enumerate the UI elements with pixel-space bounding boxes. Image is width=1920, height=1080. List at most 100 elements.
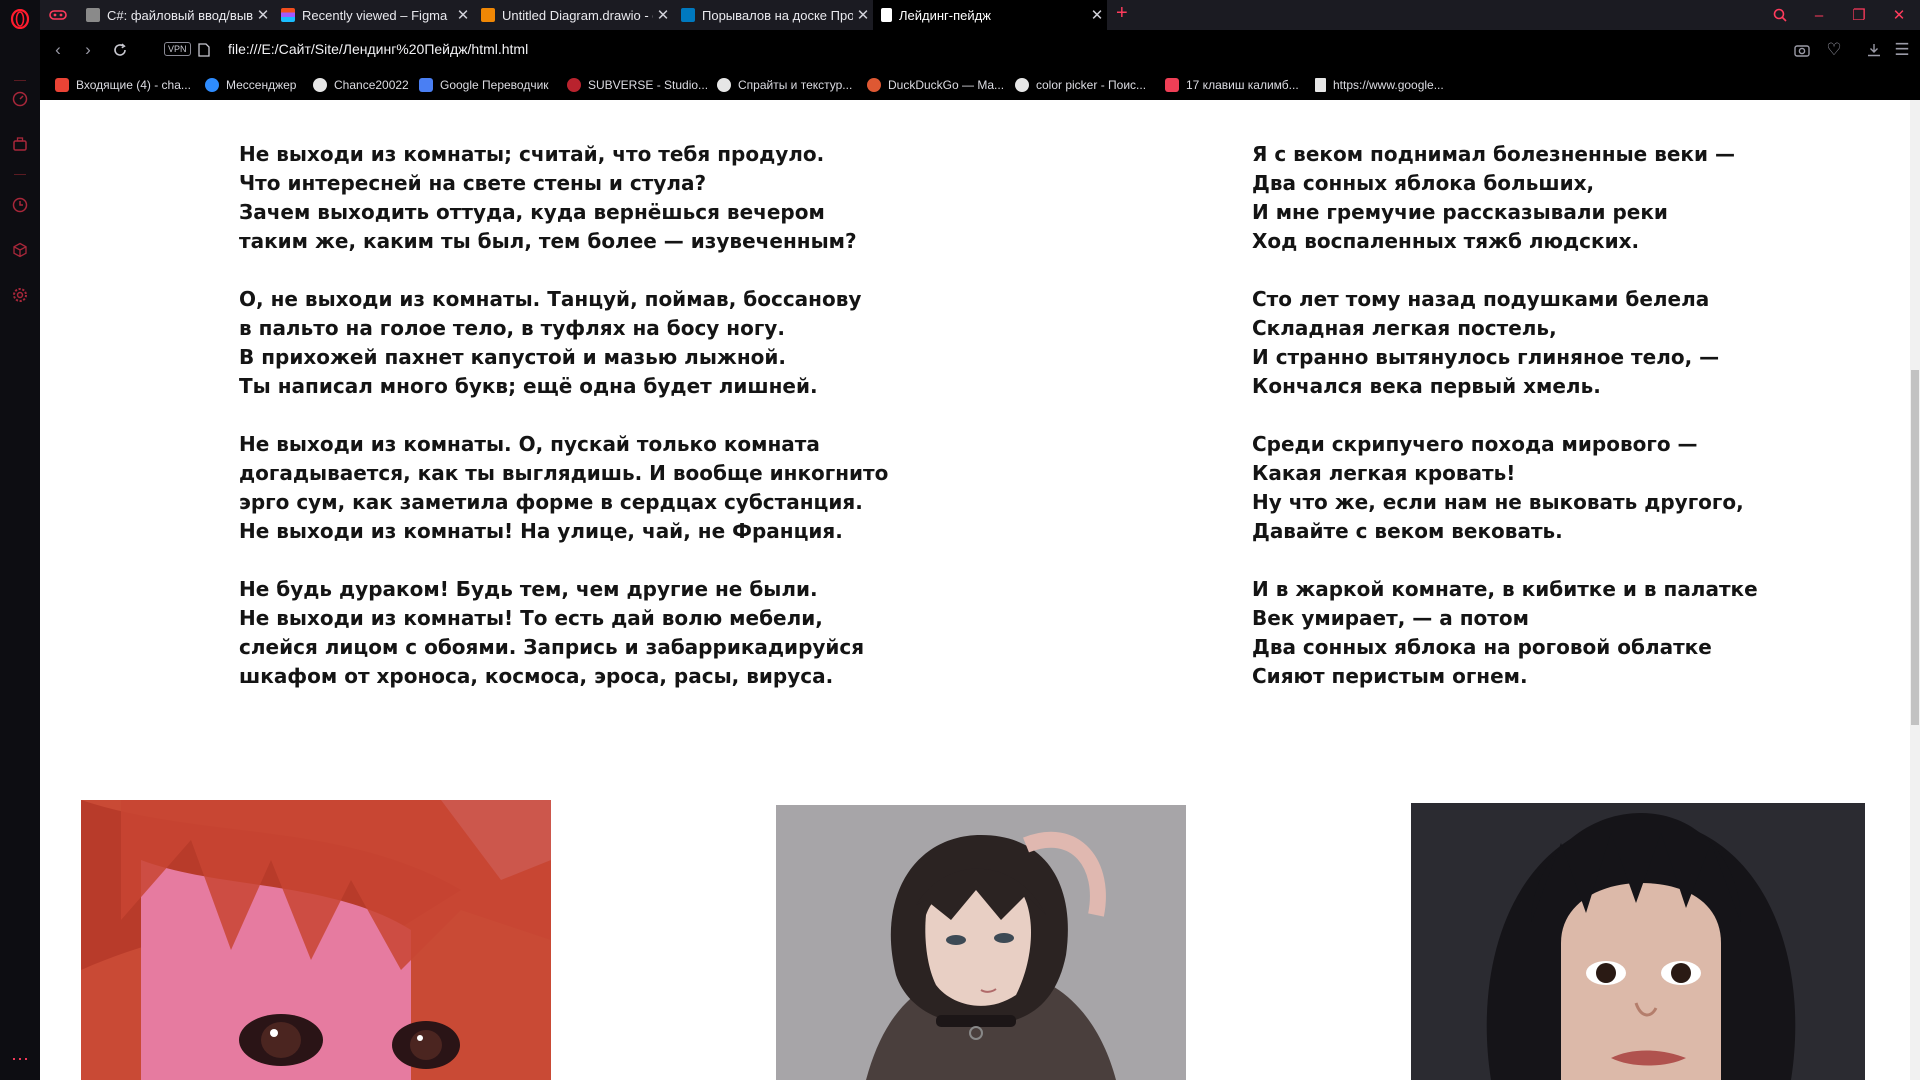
messenger-icon: [205, 78, 219, 92]
bookmark-gmail[interactable]: Входящие (4) - cha...: [55, 70, 191, 100]
poem-line: Я с веком поднимал болезненные веки —: [1252, 142, 1735, 166]
bookmark-label: Chance20022: [334, 78, 409, 92]
poem-line: догадывается, как ты выглядишь. И вообще…: [239, 461, 889, 485]
poem-line: Сияют перистым огнем.: [1252, 664, 1528, 688]
stanza: Не выходи из комнаты; считай, что тебя п…: [239, 140, 888, 256]
poem-line: Сто лет тому назад подушками белела: [1252, 287, 1710, 311]
stanza: Сто лет тому назад подушками белела Скла…: [1252, 285, 1758, 401]
poem-line: И мне гремучие рассказывали реки: [1252, 200, 1668, 224]
url-field[interactable]: file:///E:/Сайт/Site/Лендинг%20Пейдж/htm…: [228, 41, 528, 57]
poem-line: эрго сум, как заметила форме в сердцах с…: [239, 490, 863, 514]
poem-line: Не выходи из комнаты! На улице, чай, не …: [239, 519, 843, 543]
snapshot-camera-icon[interactable]: [1792, 40, 1812, 60]
downloads-icon[interactable]: [1864, 40, 1884, 60]
github-icon: [313, 78, 327, 92]
bookmark-sprites[interactable]: Спрайты и текстур...: [717, 70, 852, 100]
poem-right: Я с веком поднимал болезненные веки — Дв…: [1252, 140, 1758, 720]
tab-trello[interactable]: Порывалов на доске Проекты ✕: [673, 0, 873, 30]
tab-landing-page[interactable]: Лейдинг-пейдж ✕: [873, 0, 1107, 30]
bookmark-kalimba[interactable]: 17 клавиш калимб...: [1165, 70, 1299, 100]
stanza: Я с веком поднимал болезненные веки — Дв…: [1252, 140, 1758, 256]
portrait-image-gray-background: [776, 805, 1186, 1080]
document-icon: [881, 8, 892, 22]
history-icon[interactable]: [9, 194, 31, 216]
new-tab-plus-icon[interactable]: +: [1116, 2, 1128, 25]
stanza: И в жаркой комнате, в кибитке и в палатк…: [1252, 575, 1758, 691]
poem-line: Складная легкая постель,: [1252, 316, 1557, 340]
bookmark-google-translate[interactable]: Google Переводчик: [419, 70, 549, 100]
bookmark-duckduckgo[interactable]: DuckDuckGo — Ma...: [867, 70, 1004, 100]
poem-left: Не выходи из комнаты; считай, что тебя п…: [239, 140, 888, 720]
restore-icon[interactable]: ❐: [1840, 0, 1878, 30]
tab-title: C#: файловый ввод/вывод: [107, 7, 253, 23]
poem-line: И странно вытянулось глиняное тело, —: [1252, 345, 1720, 369]
poem-line: Век умирает, — а потом: [1252, 606, 1529, 630]
poem-line: Среди скрипучего похода мирового —: [1252, 432, 1698, 456]
bookmark-label: DuckDuckGo — Ma...: [888, 78, 1005, 92]
extensions-cube-icon[interactable]: [9, 239, 31, 261]
bookmark-subverse[interactable]: SUBVERSE - Studio...: [567, 70, 708, 100]
site-favicon-icon: [86, 8, 100, 22]
tab-title: Лейдинг-пейдж: [899, 7, 991, 23]
bookmark-label: Мессенджер: [226, 78, 297, 92]
translate-icon: [419, 78, 433, 92]
tab-drawio[interactable]: Untitled Diagram.drawio - draw.io ✕: [473, 0, 673, 30]
gmail-icon: [55, 78, 69, 92]
poem-line: Зачем выходить оттуда, куда вернёшься ве…: [239, 200, 825, 224]
speed-dial-icon[interactable]: [9, 88, 31, 110]
stanza: Не выходи из комнаты. О, пускай только к…: [239, 430, 888, 546]
settings-gear-icon[interactable]: [9, 284, 31, 306]
tab-figma[interactable]: Recently viewed – Figma ✕: [273, 0, 473, 30]
bookmark-github[interactable]: Chance20022: [313, 70, 409, 100]
poem-line: в пальто на голое тело, в туфлях на босу…: [239, 316, 785, 340]
tab-menu-icon[interactable]: [47, 4, 69, 26]
scrollbar-thumb[interactable]: [1911, 370, 1919, 725]
vpn-badge[interactable]: VPN: [164, 42, 191, 56]
poem-line: Ты написал много букв; ещё одна будет ли…: [239, 374, 818, 398]
close-icon[interactable]: ✕: [1087, 6, 1107, 24]
bookmarks-bar: Входящие (4) - cha... Мессенджер Chance2…: [40, 70, 1920, 100]
bookmark-label: color picker - Поис...: [1036, 78, 1147, 92]
file-icon: [1315, 78, 1326, 92]
poem-line: И в жаркой комнате, в кибитке и в палатк…: [1252, 577, 1758, 601]
easy-setup-icon[interactable]: ☰: [1892, 40, 1912, 60]
bookmark-label: Входящие (4) - cha...: [76, 78, 191, 92]
heart-bookmark-icon[interactable]: ♡: [1824, 40, 1844, 60]
duckduckgo-icon: [867, 78, 881, 92]
bookmark-label: https://www.google...: [1333, 78, 1444, 92]
close-icon[interactable]: ✕: [653, 6, 673, 24]
bookmark-color-picker[interactable]: color picker - Поис...: [1015, 70, 1146, 100]
workspace-icon[interactable]: [9, 133, 31, 155]
page-viewport: Не выходи из комнаты; считай, что тебя п…: [40, 100, 1910, 1080]
sidebar-divider: [14, 80, 26, 81]
bookmark-messenger[interactable]: Мессенджер: [205, 70, 296, 100]
close-window-icon[interactable]: ✕: [1880, 0, 1918, 30]
stanza: Среди скрипучего похода мирового — Какая…: [1252, 430, 1758, 546]
poem-line: таким же, каким ты был, тем более — изув…: [239, 229, 857, 253]
bookmark-label: 17 клавиш калимб...: [1186, 78, 1299, 92]
bookmark-label: Спрайты и текстур...: [738, 78, 853, 92]
poem-line: Какая легкая кровать!: [1252, 461, 1516, 485]
poem-line: В прихожей пахнет капустой и мазью лыжно…: [239, 345, 786, 369]
forward-arrow-icon[interactable]: ›: [78, 40, 98, 60]
poem-line: Ход воспаленных тяжб людских.: [1252, 229, 1640, 253]
back-arrow-icon[interactable]: ‹: [48, 40, 68, 60]
tab-csharp-io[interactable]: C#: файловый ввод/вывод ✕: [78, 0, 273, 30]
close-icon[interactable]: ✕: [453, 6, 473, 24]
reload-icon[interactable]: [110, 40, 130, 60]
trello-icon: [681, 8, 695, 22]
bookmark-google-url[interactable]: https://www.google...: [1315, 70, 1444, 100]
more-options-icon[interactable]: ⋯: [9, 1048, 31, 1070]
page-info-icon[interactable]: [194, 40, 214, 60]
close-icon[interactable]: ✕: [853, 6, 873, 24]
minimize-icon[interactable]: –: [1800, 0, 1838, 30]
figma-icon: [281, 8, 295, 22]
opera-logo-icon[interactable]: [9, 8, 31, 30]
drawio-icon: [481, 8, 495, 22]
poem-line: Что интересней на свете стены и стула?: [239, 171, 707, 195]
stanza: О, не выходи из комнаты. Танцуй, поймав,…: [239, 285, 888, 401]
poem-line: Не выходи из комнаты! То есть дай волю м…: [239, 606, 823, 630]
poem-line: Два сонных яблока больших,: [1252, 171, 1595, 195]
close-icon[interactable]: ✕: [253, 6, 273, 24]
search-tabs-icon[interactable]: [1761, 0, 1799, 30]
